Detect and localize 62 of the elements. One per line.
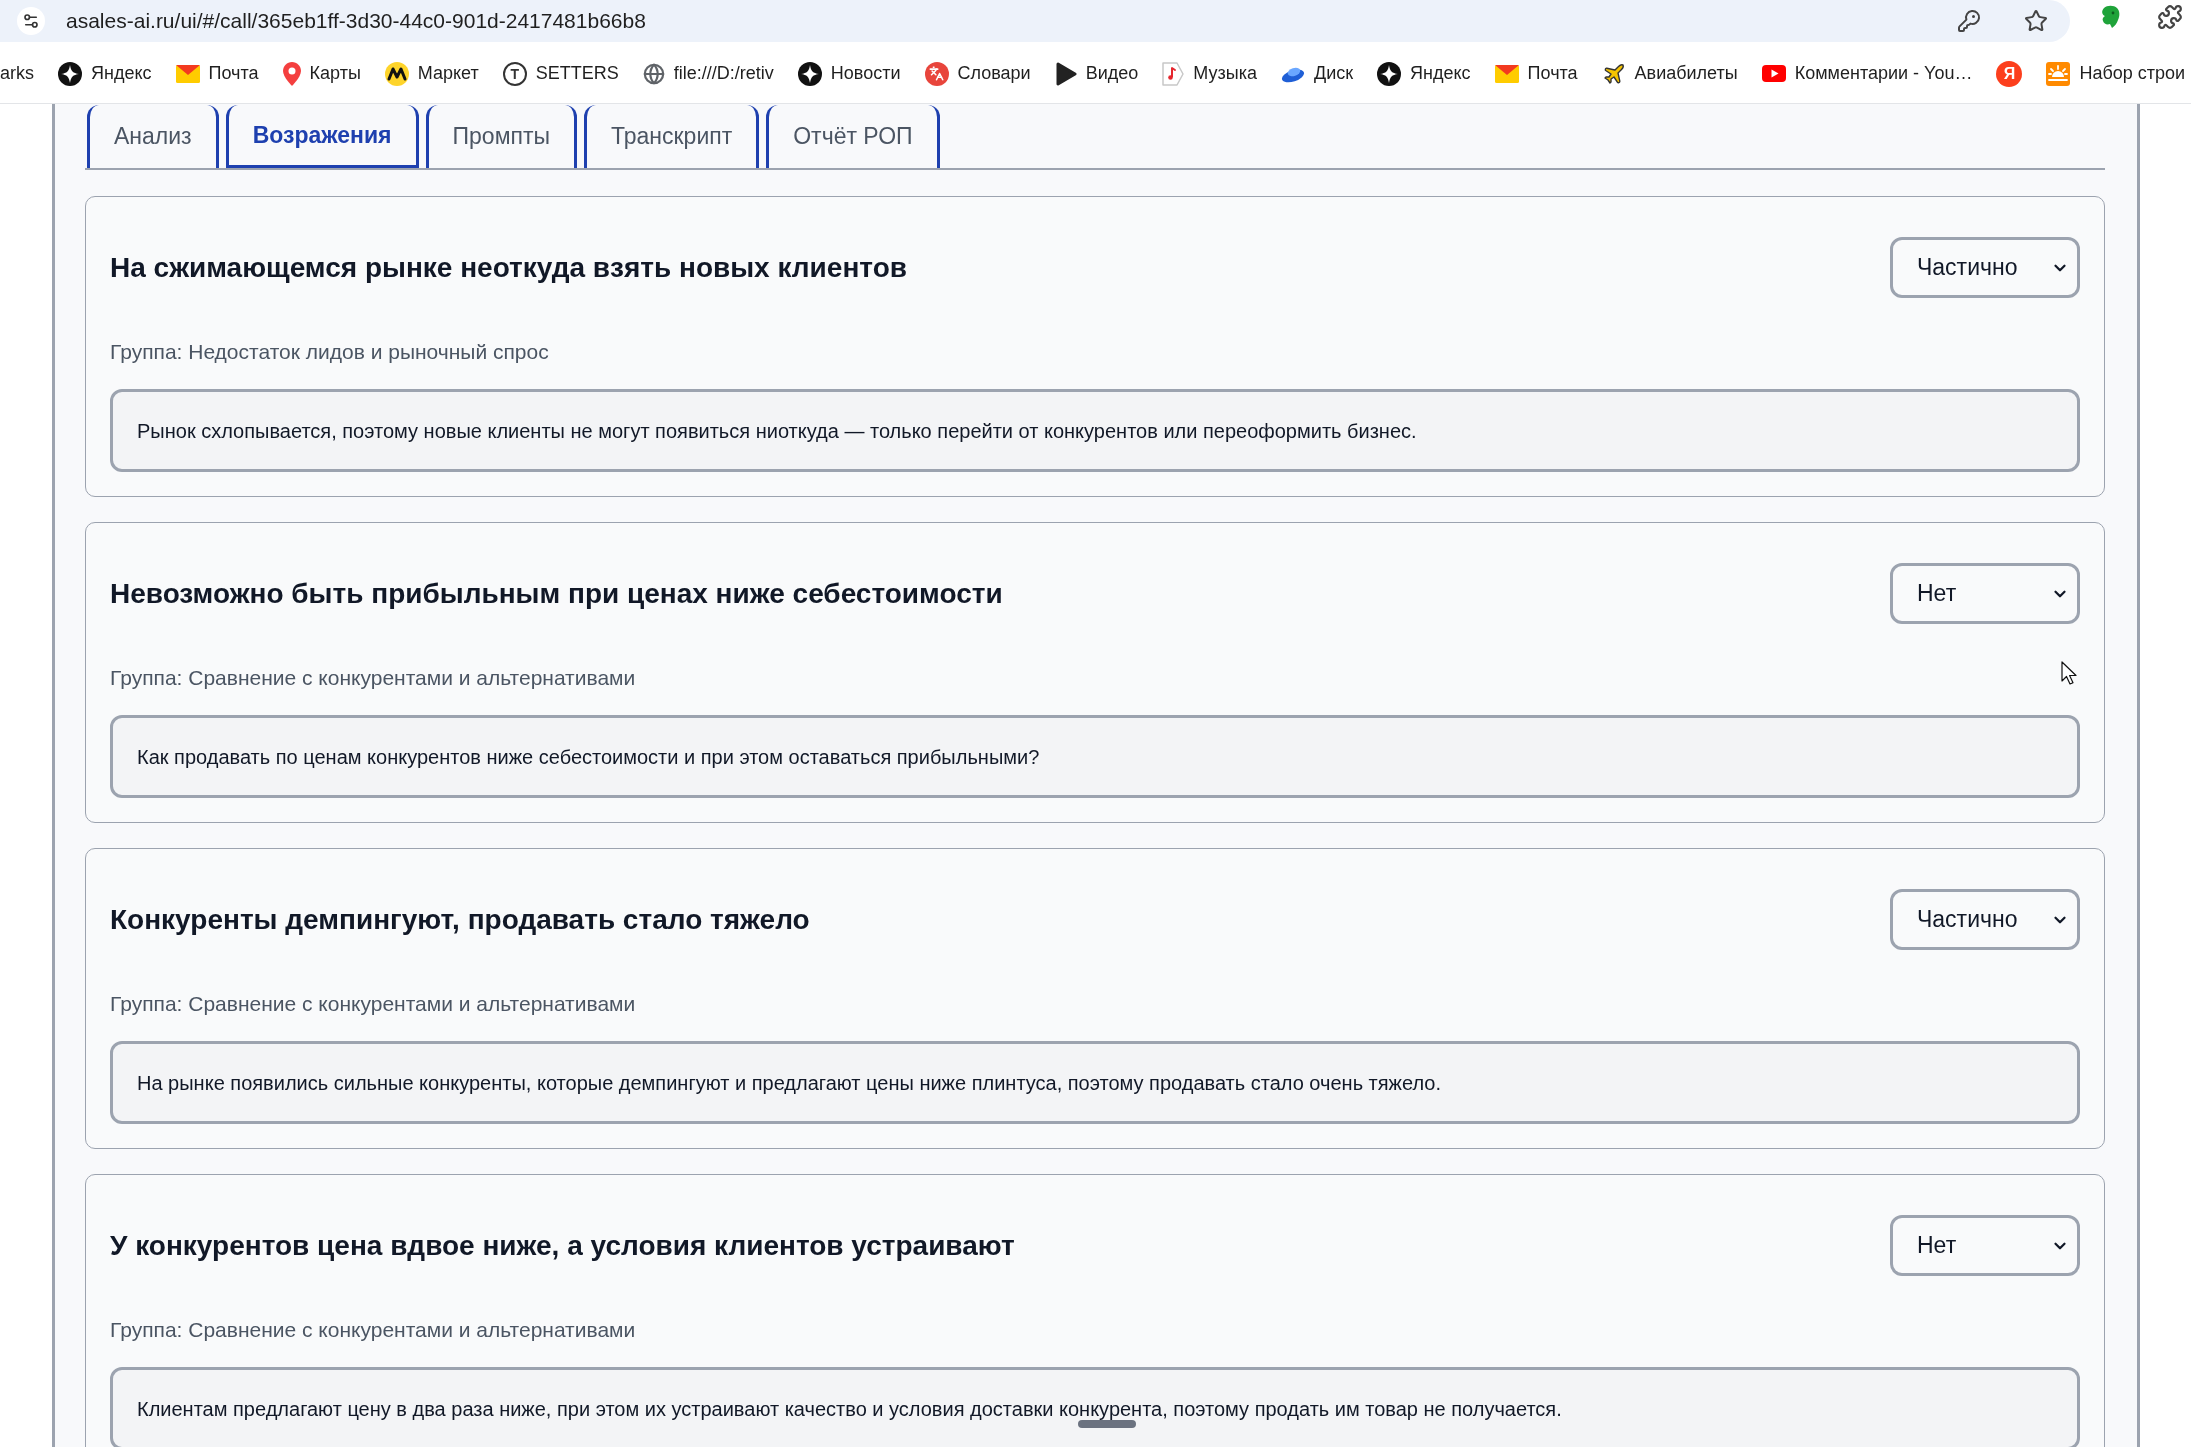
bookmark-link[interactable]: Яндекс <box>58 60 152 87</box>
objection-title: На сжимающемся рынке неоткуда взять новых клиентов <box>110 250 907 285</box>
tab[interactable]: Анализ <box>87 105 219 168</box>
site-settings-icon[interactable] <box>17 7 45 35</box>
bookmark-link[interactable]: Карты <box>282 60 361 87</box>
bookmark-link[interactable]: Я <box>1996 60 2023 87</box>
objection-text-field[interactable]: Клиентам предлагают цену в два раза ниже, при этом их устраивают качество и условия доставки конкурента, поэтому продать им товар не получается. <box>110 1367 2080 1447</box>
globe-icon <box>642 62 665 85</box>
bookmark-link[interactable]: Маркет <box>384 60 479 87</box>
tab[interactable]: Промпты <box>425 105 577 168</box>
bookmark-link[interactable]: arks <box>0 60 34 87</box>
sparkle-circle-icon <box>58 61 82 86</box>
objection-text-field[interactable]: На рынке появились сильные конкуренты, которые демпингуют и предлагают цены ниже плинтуса, поэтому продавать стало очень тяжело. <box>110 1041 2080 1124</box>
bookmark-link[interactable]: Диск <box>1280 60 1354 87</box>
objection-title: Конкуренты демпингуют, продавать стало тяжело <box>110 902 810 937</box>
mouse-pointer-icon <box>2061 661 2078 686</box>
sparkle-circle-icon <box>797 61 822 86</box>
group-label: Группа: Сравнение с конкурентами и альтернативами <box>110 992 636 1016</box>
status-select[interactable]: Частично <box>1890 237 2080 298</box>
bookmark-link[interactable]: T SETTERS <box>502 60 619 87</box>
sunrise-icon <box>2046 61 2071 86</box>
status-select[interactable]: Частично <box>1890 889 2080 950</box>
key-icon[interactable] <box>1957 9 1981 33</box>
play-icon <box>1054 61 1077 86</box>
objection-title: У конкурентов цена вдвое ниже, а условия клиентов устраивают <box>110 1228 1015 1263</box>
map-pin-icon <box>282 61 301 86</box>
bookmark-link[interactable]: Почта <box>1494 60 1578 87</box>
star-icon[interactable] <box>2024 9 2048 33</box>
bookmark-link[interactable]: file:///D:/retiv <box>642 60 774 87</box>
bookmark-link[interactable]: Яндекс <box>1377 60 1471 87</box>
bookmark-link[interactable]: Музыка <box>1162 60 1257 87</box>
bookmark-link[interactable]: Новости <box>797 60 901 87</box>
tab[interactable]: Транскрипт <box>584 105 760 168</box>
video-play-icon <box>1761 65 1786 82</box>
group-label: Группа: Сравнение с конкурентами и альтернативами <box>110 666 636 690</box>
objection-text-field[interactable]: Как продавать по ценам конкурентов ниже себестоимости и при этом оставаться прибыльными? <box>110 715 2080 798</box>
puzzle-icon[interactable] <box>2157 4 2183 30</box>
bookmark-link[interactable]: Набор строи <box>2046 60 2186 87</box>
objection-title: Невозможно быть прибыльным при ценах ниже себестоимости <box>110 576 1003 611</box>
scroll-handle[interactable] <box>1078 1420 1136 1428</box>
sparkle-circle-icon <box>1377 61 1402 86</box>
music-note-icon <box>1162 61 1185 86</box>
elephant-icon[interactable] <box>2099 5 2121 29</box>
tab[interactable]: Возражения <box>225 105 419 168</box>
status-select[interactable]: Нет <box>1890 563 2080 624</box>
address-bar[interactable]: asales-ai.ru/ui/#/call/365eb1ff-3d30-44c0-901d-2417481b66b8 <box>0 0 2070 42</box>
group-label: Группа: Недостаток лидов и рыночный спрос <box>110 340 549 364</box>
bookmark-link[interactable]: Почта <box>175 60 259 87</box>
url-text: asales-ai.ru/ui/#/call/365eb1ff-3d30-44c0-901d-2417481b66b8 <box>66 8 647 35</box>
status-select[interactable]: Нет <box>1890 1215 2080 1276</box>
translate-icon <box>924 61 949 86</box>
tab[interactable]: Отчёт РОП <box>766 105 940 168</box>
bookmark-link[interactable]: Словари <box>924 60 1031 87</box>
zigzag-logo-icon <box>384 61 409 86</box>
envelope-icon <box>1494 64 1519 83</box>
envelope-icon <box>175 64 200 83</box>
group-label: Группа: Сравнение с конкурентами и альтернативами <box>110 1318 636 1342</box>
bookmark-link[interactable]: Видео <box>1054 60 1139 87</box>
letter-logo-icon: T <box>502 61 527 86</box>
bookmark-link[interactable]: Комментарии - You… <box>1761 60 1973 87</box>
bookmark-link[interactable]: Авиабилеты <box>1601 60 1738 87</box>
objection-text-field[interactable]: Рынок схлопывается, поэтому новые клиенты не могут появиться ниоткуда — только перейти от конкурентов или переоформить бизнес. <box>110 389 2080 472</box>
